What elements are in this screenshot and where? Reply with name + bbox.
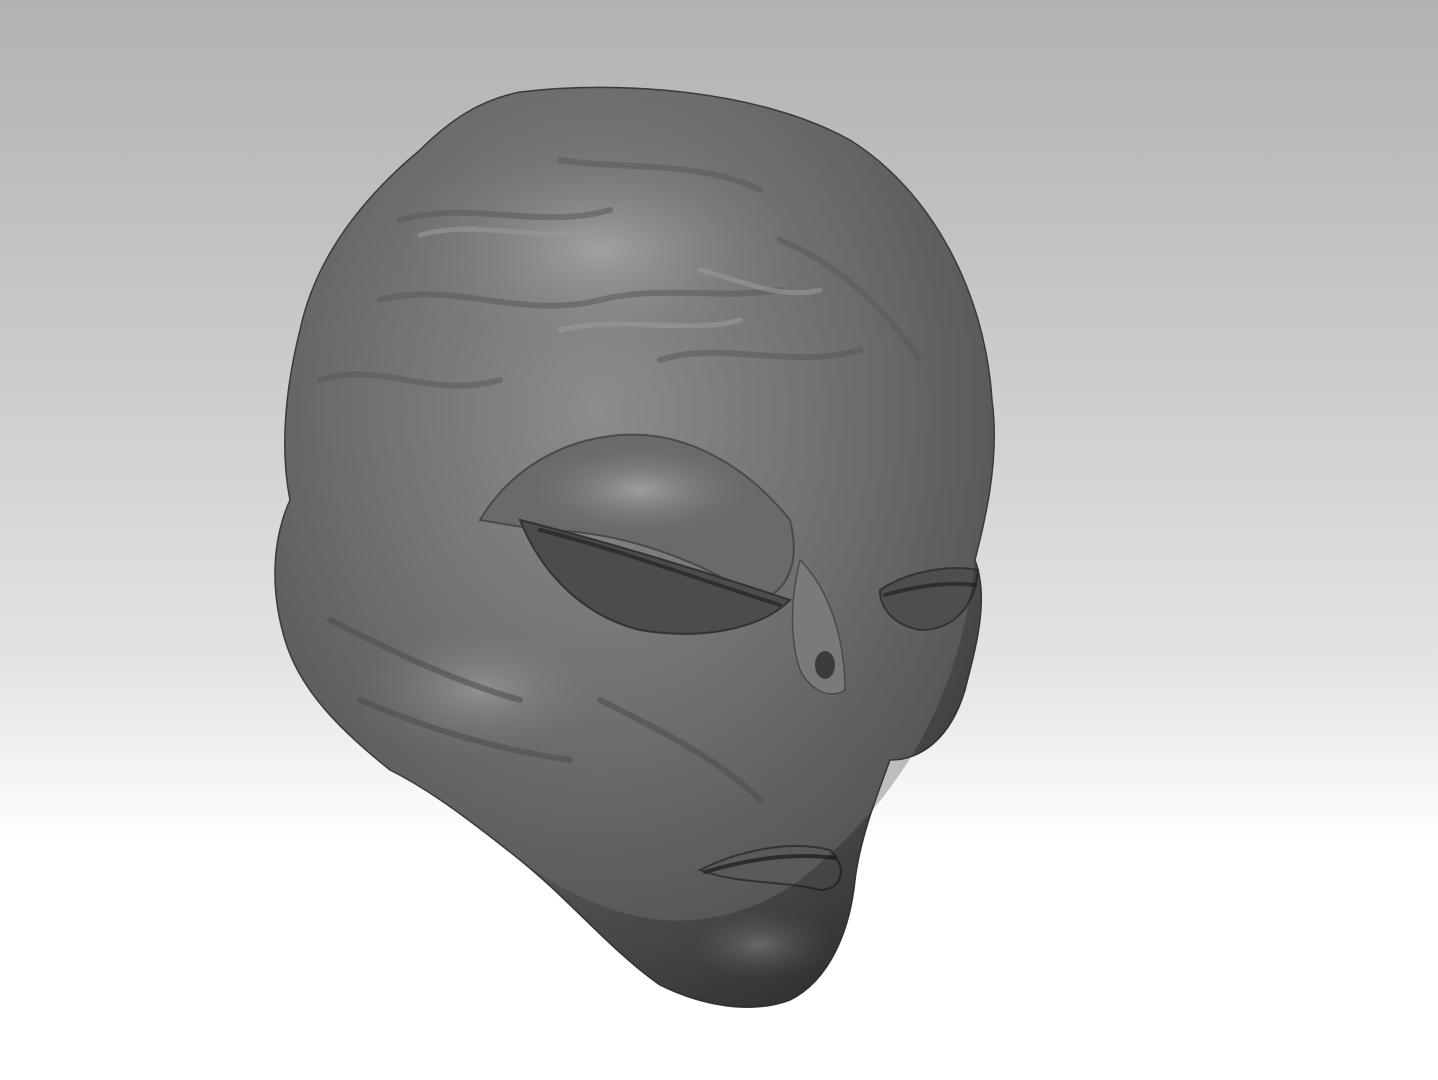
nostril xyxy=(815,651,835,679)
cranium-highlight xyxy=(400,140,800,360)
sculpt-viewport[interactable] xyxy=(0,0,1438,1080)
alien-head-render xyxy=(274,86,995,1008)
brow-shine xyxy=(530,445,750,535)
